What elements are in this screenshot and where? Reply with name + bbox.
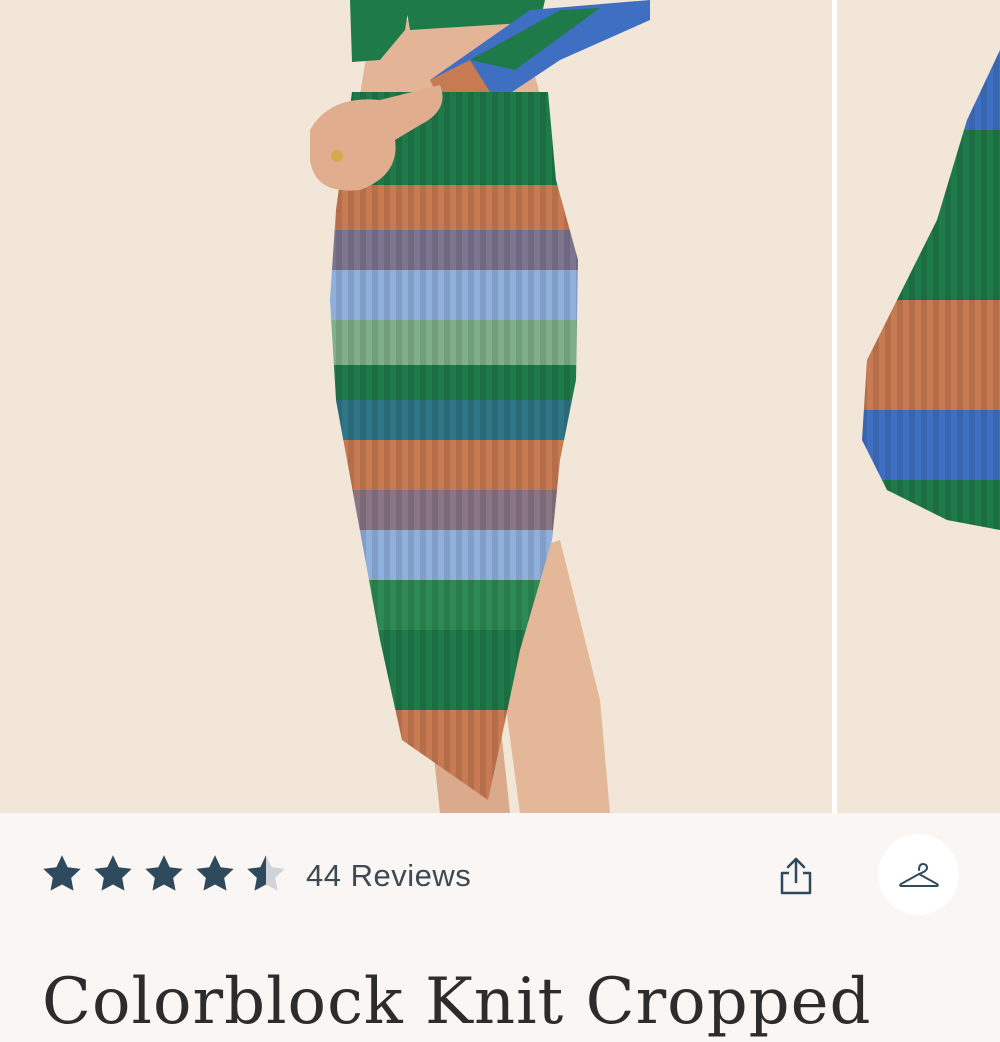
star-icon xyxy=(145,855,183,891)
hanger-icon xyxy=(898,862,939,887)
star-icon xyxy=(43,855,81,891)
product-photo-sleeve xyxy=(837,0,1000,813)
save-to-closet-button[interactable] xyxy=(878,834,959,915)
share-icon xyxy=(780,857,812,895)
star-icon xyxy=(196,855,234,891)
product-image-next[interactable] xyxy=(837,0,1000,813)
star-half-icon xyxy=(247,855,285,891)
product-image-gallery[interactable] xyxy=(0,0,1000,813)
product-photo xyxy=(0,0,832,813)
product-image-main[interactable] xyxy=(0,0,832,813)
product-title: Colorblock Knit Cropped xyxy=(42,965,872,1039)
reviews-link[interactable]: 44 Reviews xyxy=(306,856,471,896)
star-icon xyxy=(94,855,132,891)
share-button[interactable] xyxy=(768,848,824,904)
rating-stars[interactable] xyxy=(40,852,288,896)
